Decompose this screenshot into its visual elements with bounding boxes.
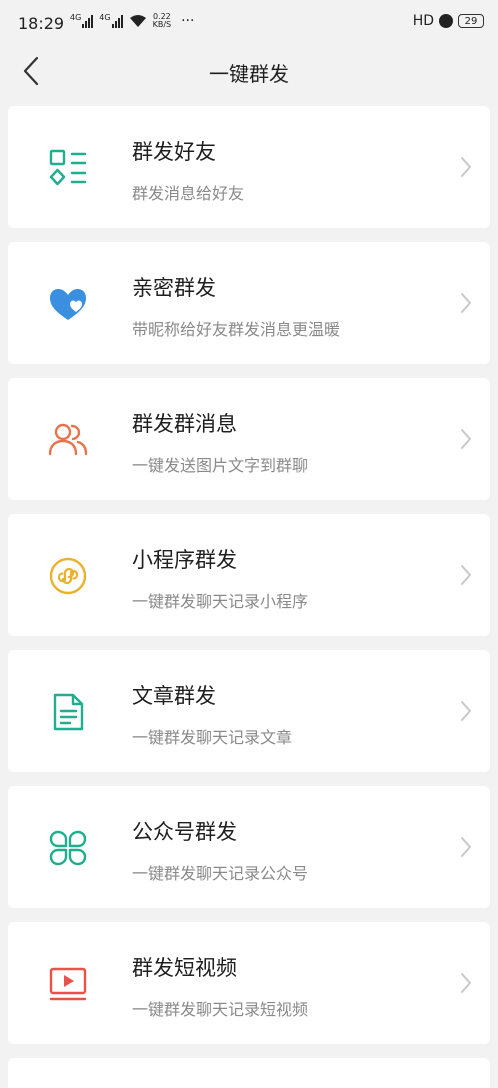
list-item-short-video-send[interactable]: 群发短视频 一键群发聊天记录短视频 bbox=[8, 922, 490, 1044]
item-title: 群发好友 bbox=[132, 140, 216, 164]
list-item-mini-program-send[interactable]: 小程序群发 一键群发聊天记录小程序 bbox=[8, 514, 490, 636]
item-subtitle: 一键群发聊天记录小程序 bbox=[132, 592, 309, 611]
item-title: 公众号群发 bbox=[132, 820, 237, 844]
chevron-right-icon bbox=[461, 429, 471, 449]
users-icon bbox=[48, 423, 88, 456]
chevron-right-icon bbox=[461, 157, 471, 177]
chevron-right-icon bbox=[461, 973, 471, 993]
alarm-clock-icon bbox=[439, 14, 453, 28]
item-title: 亲密群发 bbox=[132, 276, 216, 300]
mini-program-icon bbox=[49, 557, 87, 595]
item-title: 小程序群发 bbox=[132, 548, 237, 572]
list-item-article-send[interactable]: 文章群发 一键群发聊天记录文章 bbox=[8, 650, 490, 772]
more-dots-icon: ··· bbox=[181, 13, 195, 29]
page-title: 一键群发 bbox=[209, 62, 289, 86]
grid-shapes-icon bbox=[49, 149, 87, 186]
list-item-group-send-friends[interactable]: 群发好友 群发消息给好友 bbox=[8, 106, 490, 228]
status-time: 18:29 bbox=[18, 14, 65, 33]
battery-indicator: 29 bbox=[458, 14, 484, 28]
item-title: 群发群消息 bbox=[132, 412, 237, 436]
hd-badge: HD bbox=[412, 13, 434, 29]
item-subtitle: 一键群发聊天记录公众号 bbox=[132, 864, 309, 883]
item-subtitle: 带昵称给好友群发消息更温暖 bbox=[132, 320, 341, 339]
clover-icon bbox=[49, 830, 87, 866]
item-subtitle: 一键发送图片文字到群聊 bbox=[132, 456, 309, 475]
list-item-group-message[interactable]: 群发群消息 一键发送图片文字到群聊 bbox=[8, 378, 490, 500]
item-subtitle: 群发消息给好友 bbox=[132, 184, 245, 203]
status-bar: 18:29 4G 4G 0.22 KB/S ··· HD 29 bbox=[0, 0, 498, 48]
list-item-intimate-send[interactable]: 亲密群发 带昵称给好友群发消息更温暖 bbox=[8, 242, 490, 364]
chevron-right-icon bbox=[461, 293, 471, 313]
chevron-right-icon bbox=[461, 701, 471, 721]
network-speed: 0.22 KB/S bbox=[152, 12, 172, 29]
hearts-icon bbox=[50, 289, 86, 320]
chevron-right-icon bbox=[461, 837, 471, 857]
status-right-icons: HD 29 bbox=[413, 13, 484, 29]
chevron-right-icon bbox=[461, 565, 471, 585]
list-item-official-account-send[interactable]: 公众号群发 一键群发聊天记录公众号 bbox=[8, 786, 490, 908]
signal-1-icon: 4G bbox=[70, 14, 94, 28]
status-network-icons: 4G 4G 0.22 KB/S ··· bbox=[70, 12, 195, 30]
item-subtitle: 一键群发聊天记录短视频 bbox=[132, 1000, 309, 1019]
signal-2-icon: 4G bbox=[99, 14, 123, 28]
document-icon bbox=[53, 693, 84, 731]
video-icon bbox=[49, 967, 87, 1001]
feature-list: 群发好友 群发消息给好友 亲密群发 带昵称给好友群发消息更温暖 群发群消息 一键… bbox=[8, 106, 490, 1088]
item-subtitle: 一键群发聊天记录文章 bbox=[132, 728, 293, 747]
wifi-icon bbox=[129, 15, 146, 27]
item-title: 文章群发 bbox=[132, 684, 216, 708]
list-item-partial[interactable] bbox=[8, 1058, 490, 1088]
nav-bar: 一键群发 bbox=[0, 48, 498, 98]
item-title: 群发短视频 bbox=[132, 956, 237, 980]
